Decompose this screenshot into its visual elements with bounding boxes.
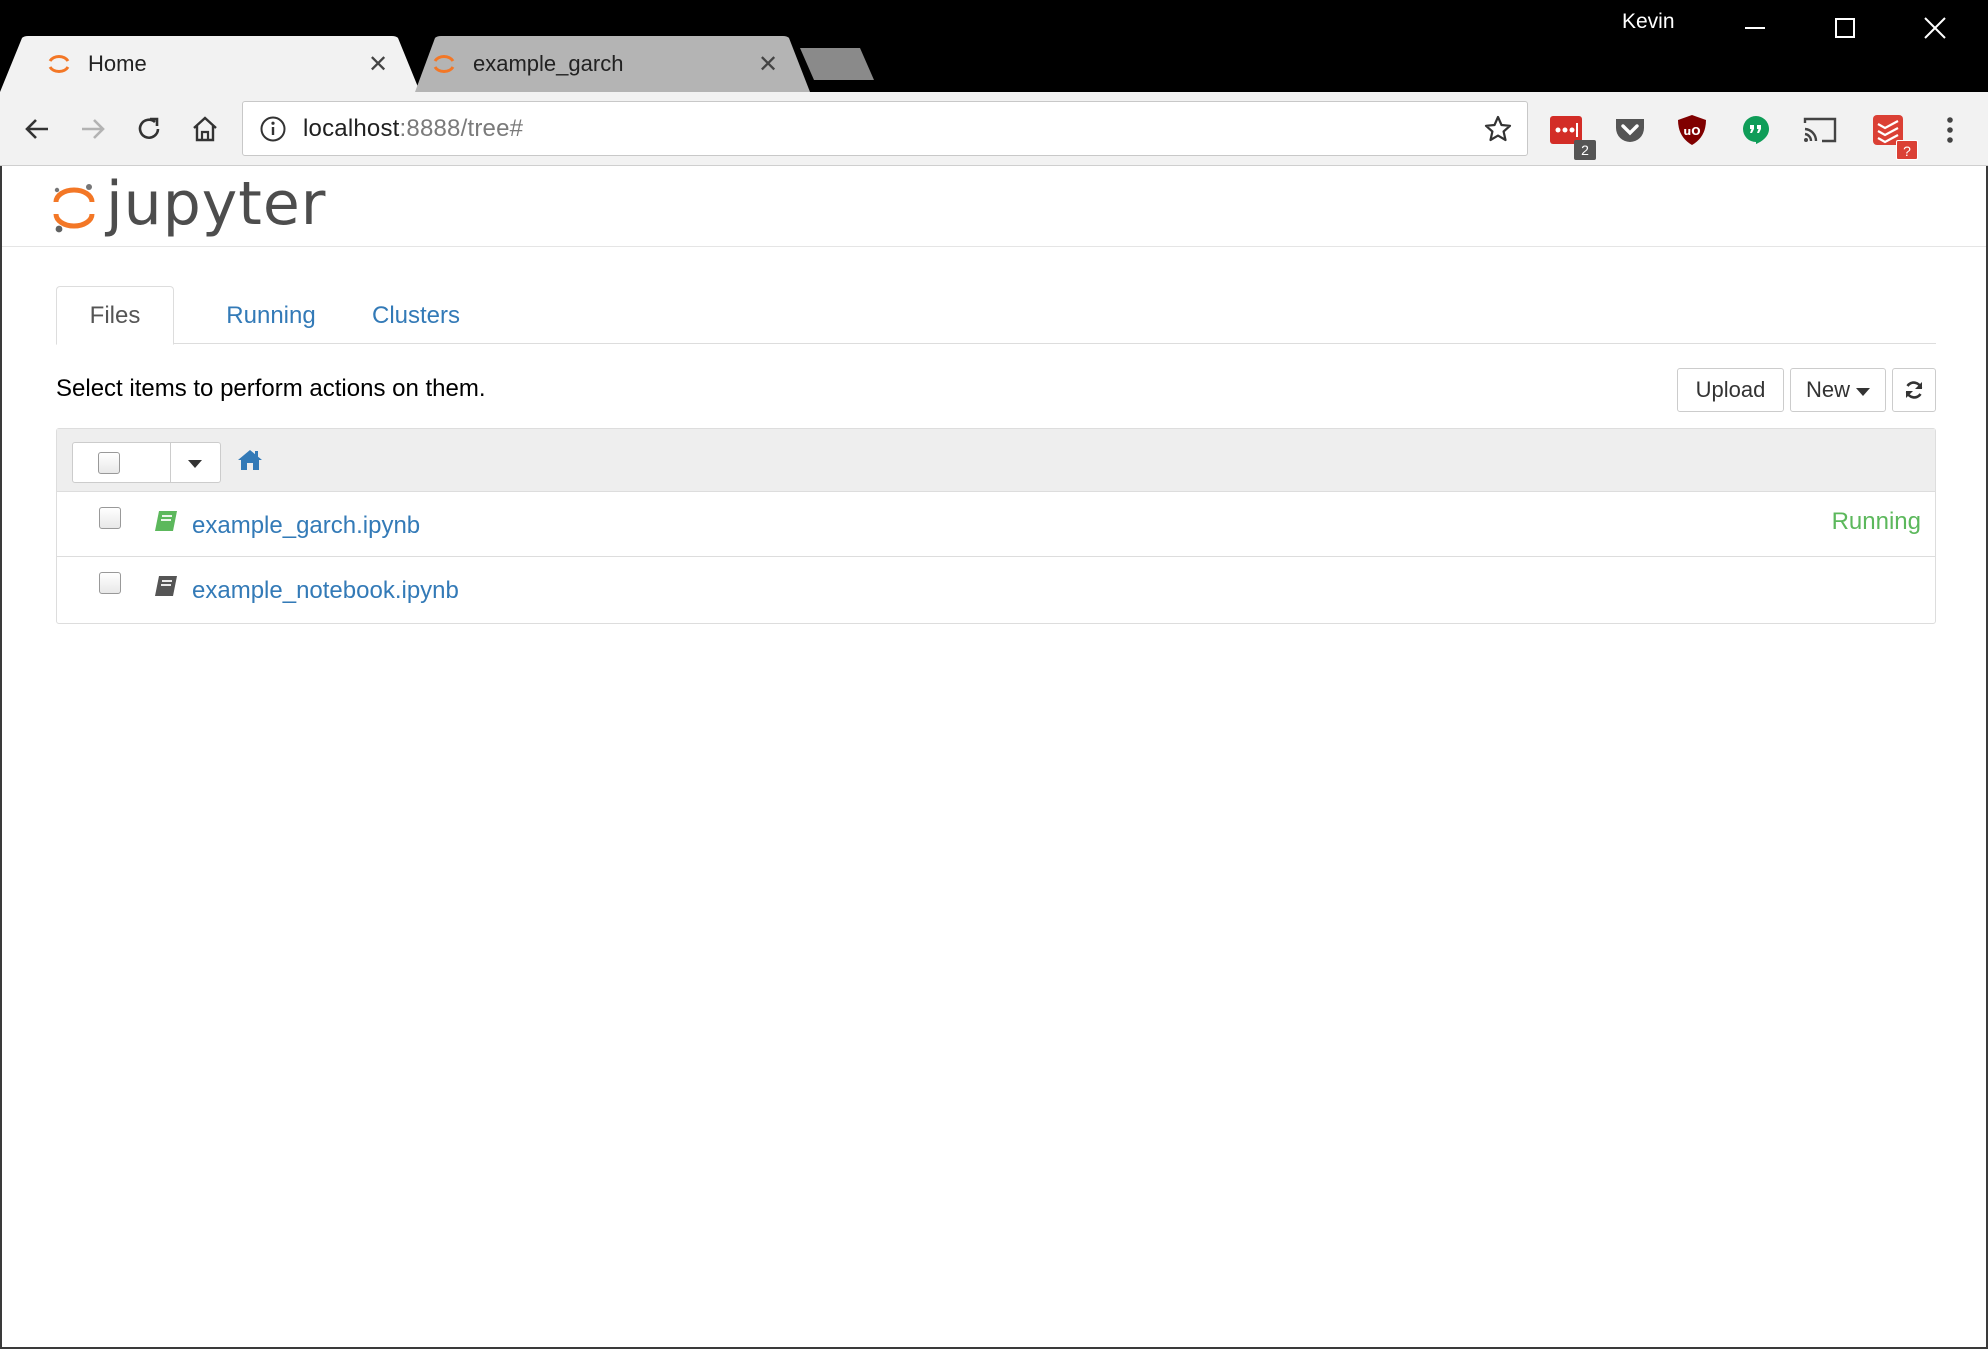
home-button[interactable] (184, 108, 226, 150)
select-all-dropdown[interactable] (72, 442, 221, 483)
item-checkbox[interactable] (99, 572, 121, 594)
reload-button[interactable] (128, 108, 170, 150)
jupyter-logo[interactable]: jupyter (52, 169, 326, 240)
tab-close-icon[interactable]: ✕ (358, 50, 398, 79)
tab-title: example_garch (473, 51, 624, 76)
file-link[interactable]: example_notebook.ipynb (192, 577, 459, 605)
url-path: :8888/tree# (399, 114, 524, 142)
jupyter-favicon-icon (433, 55, 455, 73)
browser-menu-button[interactable] (1930, 110, 1970, 150)
forward-button[interactable] (72, 108, 114, 150)
divider (170, 443, 171, 482)
browser-toolbar: localhost:8888/tree# 2 uO ? (0, 92, 1988, 166)
new-button[interactable]: New (1790, 368, 1886, 412)
hangouts-extension[interactable] (1736, 110, 1776, 150)
tab-running[interactable]: Running (206, 286, 336, 345)
ublock-extension[interactable]: uO (1672, 110, 1712, 150)
url-text: localhost:8888/tree# (303, 115, 523, 143)
close-window-button[interactable] (1890, 0, 1980, 56)
forward-arrow-icon (82, 119, 105, 139)
jupyter-logo-text: jupyter (106, 169, 327, 239)
url-host: localhost (303, 114, 400, 142)
cast-extension[interactable] (1800, 110, 1840, 150)
home-icon (193, 116, 217, 142)
cast-icon (1803, 117, 1837, 143)
more-vert-icon (1947, 117, 1953, 143)
svg-text:uO: uO (1683, 125, 1700, 138)
jupyter-favicon-icon (48, 55, 70, 73)
list-item[interactable]: example_garch.ipynb Running (57, 492, 1935, 557)
select-all-checkbox[interactable] (98, 452, 120, 474)
tab-home[interactable]: Home ✕ (0, 36, 420, 92)
back-button[interactable] (16, 108, 58, 150)
maximize-button[interactable] (1800, 0, 1890, 56)
tab-title: Home (88, 51, 147, 76)
tab-close-icon[interactable]: ✕ (748, 50, 788, 79)
tab-files[interactable]: Files (56, 286, 174, 345)
jupyter-header: jupyter (2, 166, 1986, 247)
pocket-extension[interactable] (1610, 110, 1650, 150)
minimize-icon (1745, 27, 1765, 29)
caret-down-icon[interactable] (188, 460, 202, 468)
profile-name[interactable]: Kevin (1622, 10, 1675, 34)
hangouts-icon (1743, 116, 1769, 144)
address-bar[interactable]: localhost:8888/tree# (242, 101, 1528, 156)
caret-down-icon (1856, 387, 1870, 396)
lastpass-extension[interactable]: 2 (1546, 110, 1596, 160)
reload-icon (138, 117, 160, 139)
todoist-badge: ? (1896, 140, 1918, 160)
status-running: Running (1831, 508, 1921, 535)
item-checkbox[interactable] (99, 507, 121, 529)
pocket-icon (1616, 119, 1644, 142)
maximize-icon (1835, 18, 1855, 38)
ublock-icon: uO (1678, 115, 1706, 145)
lastpass-badge: 2 (1574, 140, 1596, 160)
upload-button[interactable]: Upload (1677, 368, 1784, 412)
file-list: example_garch.ipynb Running example_note… (56, 428, 1936, 624)
jupyter-page: jupyter Files Running Clusters Select it… (0, 166, 1988, 1349)
jupyter-logo-icon (53, 184, 95, 233)
file-link[interactable]: example_garch.ipynb (192, 512, 420, 540)
notebook-running-icon (155, 511, 177, 531)
tab-clusters[interactable]: Clusters (356, 286, 476, 345)
bookmark-star-icon[interactable] (1483, 114, 1513, 144)
tab-example-garch[interactable]: example_garch ✕ (415, 36, 810, 92)
info-icon[interactable] (259, 115, 287, 143)
nav-tabs: Files Running Clusters (56, 286, 1936, 345)
instructions-text: Select items to perform actions on them. (56, 375, 486, 402)
file-list-header (57, 429, 1935, 492)
home-breadcrumb-icon[interactable] (237, 447, 263, 473)
list-item[interactable]: example_notebook.ipynb (57, 557, 1935, 622)
close-icon (1924, 17, 1946, 39)
todoist-extension[interactable]: ? (1868, 110, 1918, 160)
refresh-icon (1905, 381, 1923, 399)
new-tab-button[interactable] (800, 48, 874, 80)
new-button-label: New (1805, 377, 1850, 402)
minimize-button[interactable] (1710, 0, 1800, 56)
notebook-icon (155, 576, 177, 596)
window-title-bar: Home ✕ example_garch ✕ Kevin (0, 0, 1988, 92)
refresh-button[interactable] (1892, 368, 1936, 412)
back-arrow-icon (25, 119, 48, 139)
